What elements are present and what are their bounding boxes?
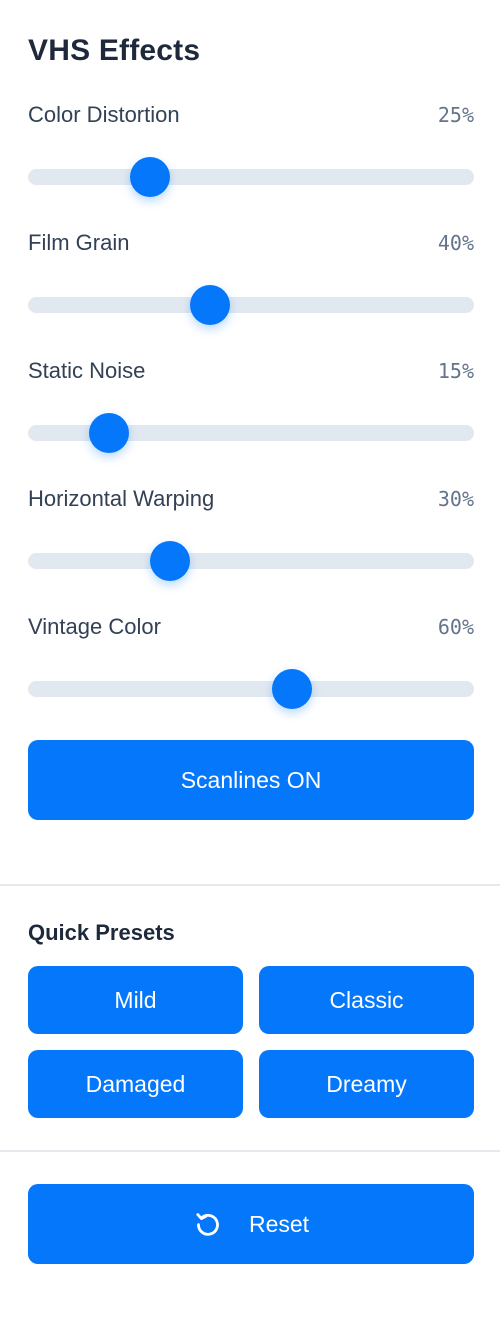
slider-value: 25% — [437, 103, 474, 127]
slider-vintage-color: Vintage Color 60% — [28, 614, 474, 724]
slider-label: Vintage Color — [28, 614, 161, 639]
preset-dreamy-button[interactable]: Dreamy — [259, 1050, 474, 1118]
divider — [0, 884, 500, 886]
slider-value: 30% — [437, 487, 474, 511]
slider-thumb[interactable] — [88, 413, 129, 453]
slider-thumb[interactable] — [190, 285, 231, 325]
slider-value: 60% — [437, 615, 474, 639]
panel-title: VHS Effects — [28, 34, 201, 67]
slider-horizontal-warping: Horizontal Warping 30% — [28, 486, 474, 596]
slider-thumb[interactable] — [129, 157, 170, 197]
reset-button[interactable]: Reset — [28, 1184, 474, 1264]
slider-track[interactable] — [28, 413, 474, 453]
reset-icon — [193, 1209, 223, 1239]
slider-track[interactable] — [28, 285, 474, 325]
divider — [0, 1150, 500, 1152]
preset-damaged-button[interactable]: Damaged — [28, 1050, 243, 1118]
preset-classic-button[interactable]: Classic — [259, 966, 474, 1034]
preset-mild-button[interactable]: Mild — [28, 966, 243, 1034]
slider-track[interactable] — [28, 669, 474, 709]
vhs-effects-panel: VHS Effects Color Distortion 25% Film Gr… — [0, 0, 500, 1326]
slider-value: 15% — [437, 359, 474, 383]
slider-label: Color Distortion — [28, 102, 180, 127]
slider-value: 40% — [437, 231, 474, 255]
presets-title: Quick Presets — [28, 920, 175, 945]
slider-static-noise: Static Noise 15% — [28, 358, 474, 468]
scanlines-toggle-button[interactable]: Scanlines ON — [28, 740, 474, 820]
reset-label: Reset — [248, 1210, 310, 1237]
slider-label: Static Noise — [28, 358, 146, 383]
slider-thumb[interactable] — [149, 541, 190, 581]
slider-label: Horizontal Warping — [28, 486, 215, 511]
slider-thumb[interactable] — [271, 669, 312, 709]
slider-film-grain: Film Grain 40% — [28, 230, 474, 340]
slider-track[interactable] — [28, 541, 474, 581]
slider-track[interactable] — [28, 157, 474, 197]
slider-color-distortion: Color Distortion 25% — [28, 102, 474, 212]
slider-label: Film Grain — [28, 230, 130, 255]
